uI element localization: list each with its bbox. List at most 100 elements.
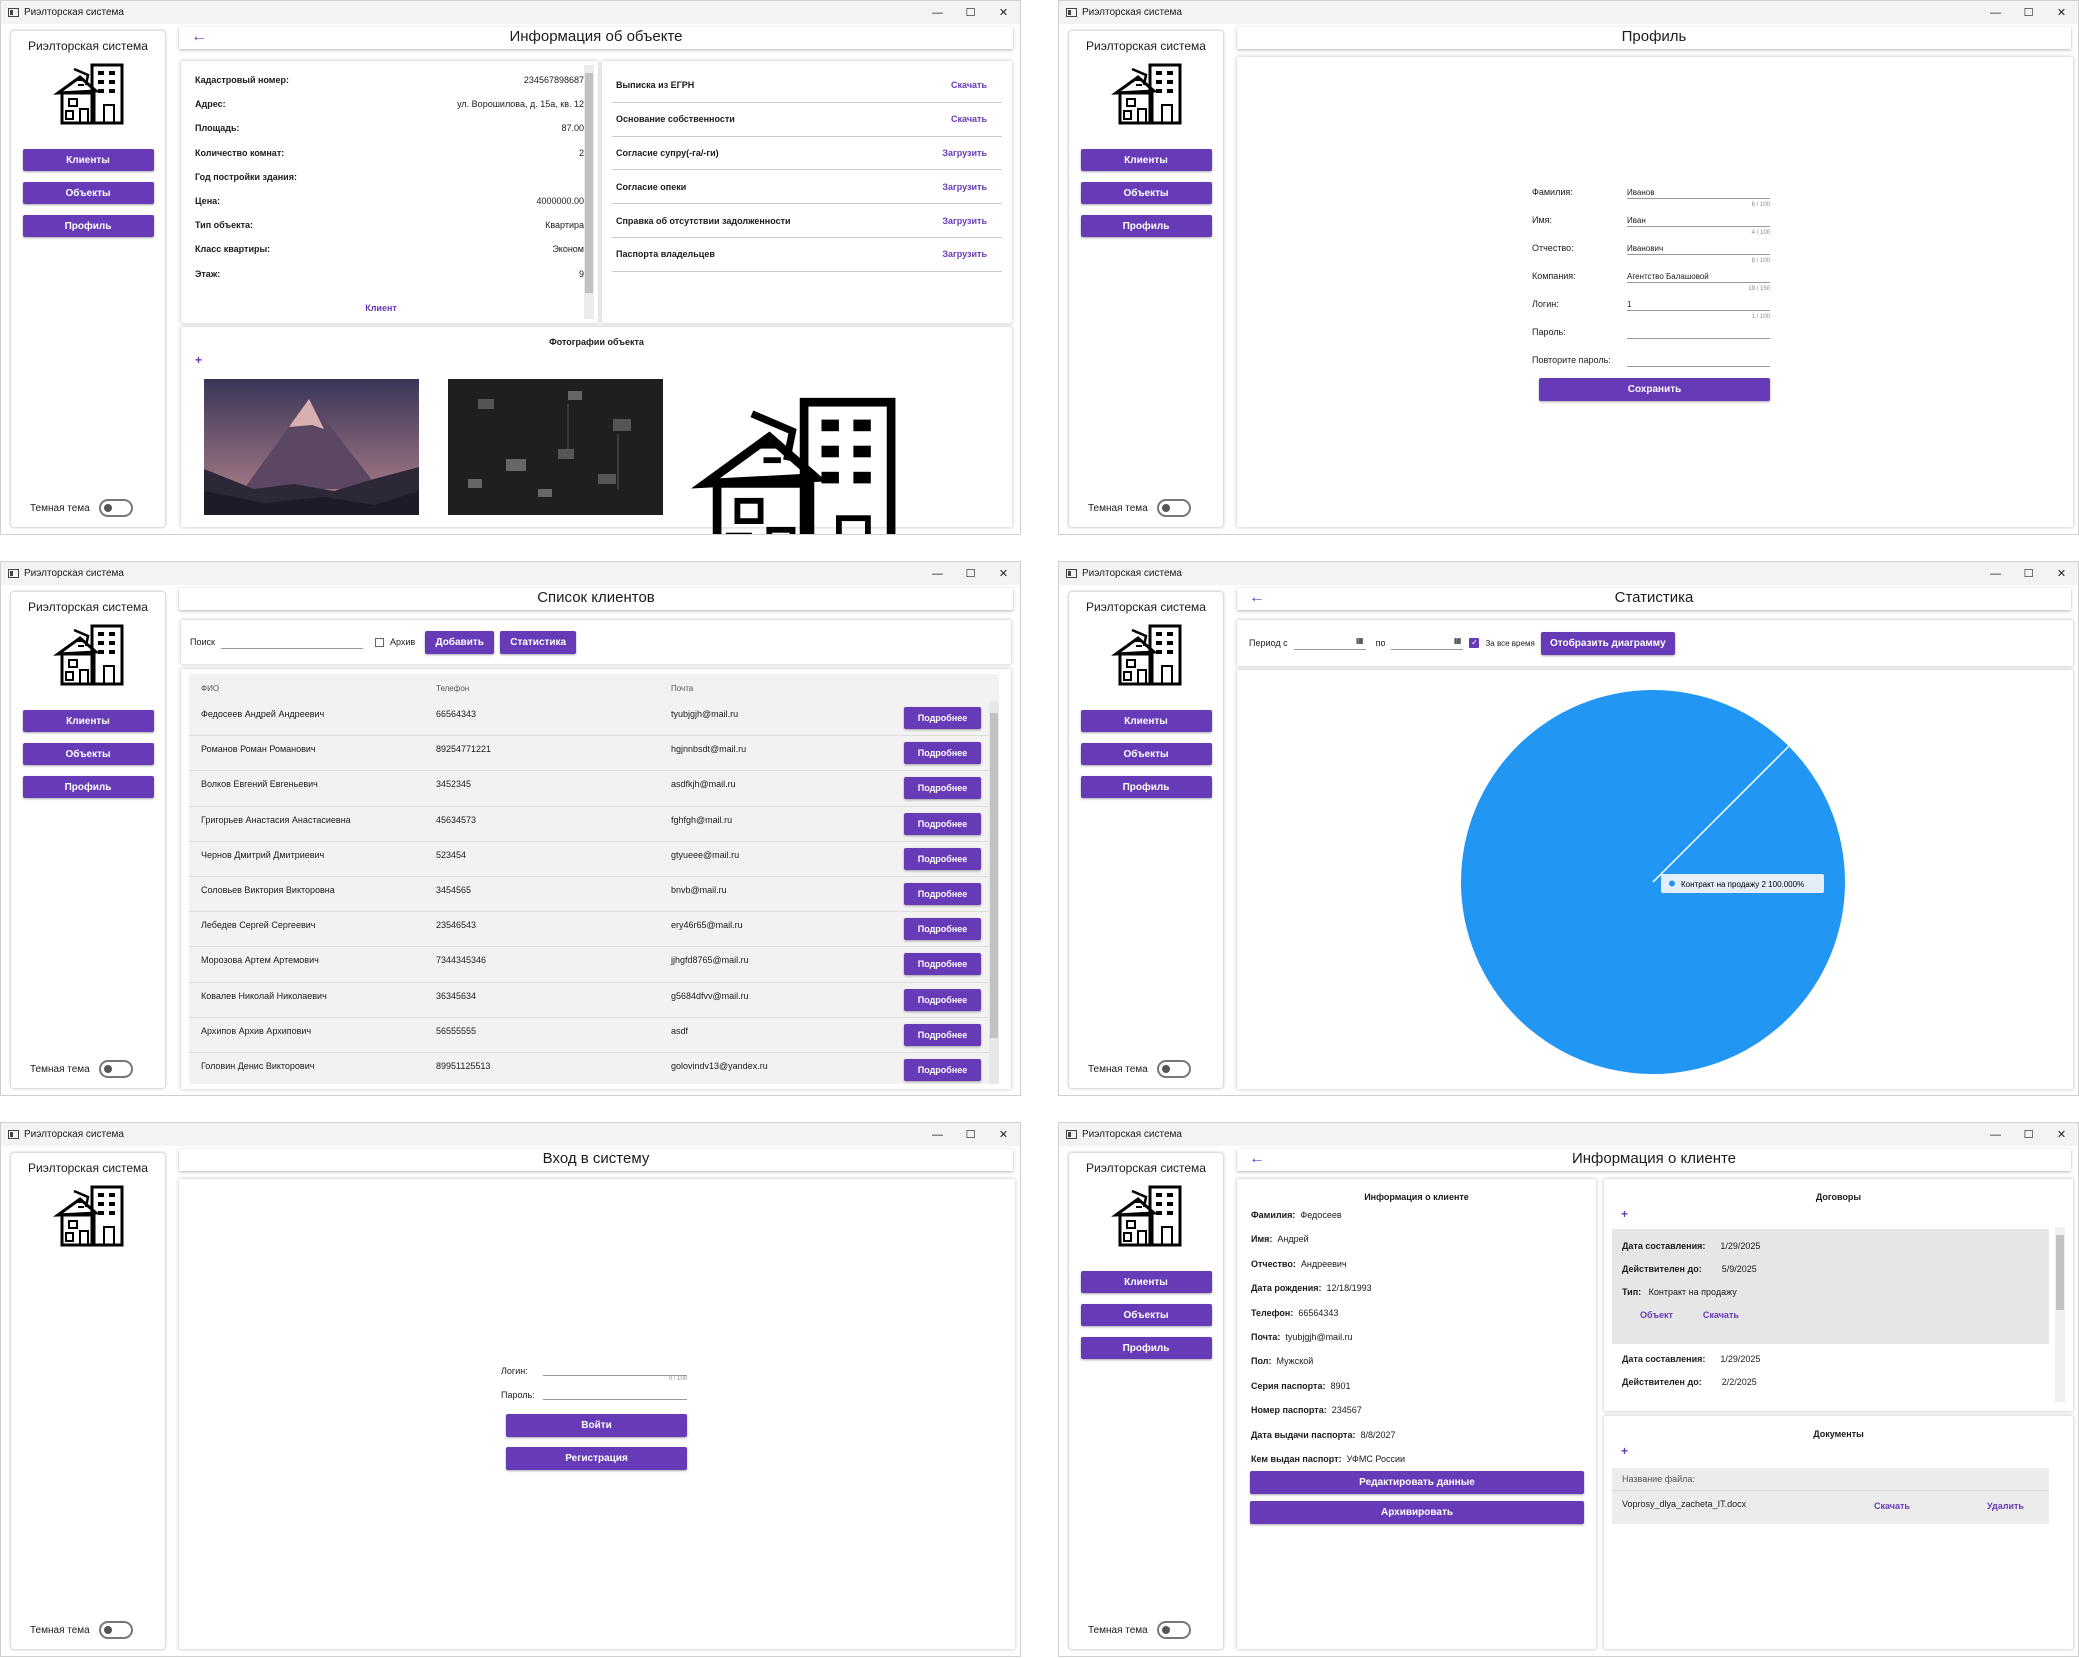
minimize-button[interactable]: — [1979, 568, 2012, 580]
client-details-button[interactable]: Подробнее [904, 988, 981, 1011]
theme-toggle[interactable] [1156, 1621, 1191, 1639]
password-input[interactable] [543, 1386, 687, 1400]
nav-objects-button[interactable]: Объекты [1080, 182, 1212, 204]
client-details-button[interactable]: Подробнее [904, 918, 981, 941]
theme-toggle[interactable] [98, 1621, 133, 1639]
client-details-button[interactable]: Подробнее [904, 953, 981, 976]
profile-field-input[interactable]: Иванов [1627, 185, 1770, 199]
minimize-button[interactable]: — [921, 568, 954, 580]
document-action-link[interactable]: Скачать [951, 80, 987, 90]
client-details-button[interactable]: Подробнее [904, 847, 981, 870]
delete-file-link[interactable]: Удалить [1987, 1501, 2024, 1511]
show-chart-button[interactable]: Отобразить диаграмму [1540, 631, 1675, 655]
close-button[interactable]: ✕ [2045, 567, 2078, 580]
scrollbar[interactable] [584, 65, 594, 319]
contract-download-link[interactable]: Скачать [1703, 1310, 1739, 1320]
table-row[interactable]: Ковалев Николай Николаевич 36345634 g568… [189, 983, 999, 1018]
maximize-button[interactable]: ☐ [2012, 6, 2045, 19]
download-file-link[interactable]: Скачать [1874, 1501, 1910, 1511]
table-row[interactable]: Лебедев Сергей Сергеевич 23546543 ery46r… [189, 912, 999, 948]
nav-clients-button[interactable]: Клиенты [1080, 149, 1212, 171]
maximize-button[interactable]: ☐ [954, 6, 987, 19]
photo-house-building[interactable] [688, 379, 897, 534]
minimize-button[interactable]: — [921, 7, 954, 19]
nav-profile-button[interactable]: Профиль [22, 776, 154, 798]
back-arrow-icon[interactable]: ← [1249, 588, 1265, 608]
add-client-button[interactable]: Добавить [425, 630, 495, 654]
table-scrollbar[interactable] [989, 701, 999, 1084]
calendar-icon[interactable]: ▦ [1454, 636, 1462, 645]
nav-profile-button[interactable]: Профиль [1080, 776, 1212, 798]
theme-toggle[interactable] [98, 499, 133, 517]
profile-field-input[interactable] [1627, 353, 1770, 367]
client-details-button[interactable]: Подробнее [904, 707, 981, 729]
nav-profile-button[interactable]: Профиль [22, 215, 154, 237]
table-row[interactable]: Архипов Архив Архипович 56555555 asdf По… [189, 1018, 999, 1053]
client-link[interactable]: Клиент [365, 303, 397, 313]
theme-toggle[interactable] [98, 1060, 133, 1078]
date-to-input[interactable]: ▦ [1391, 636, 1464, 650]
edit-data-button[interactable]: Редактировать данные [1250, 1471, 1584, 1494]
document-action-link[interactable]: Загрузить [942, 182, 987, 192]
maximize-button[interactable]: ☐ [2012, 567, 2045, 580]
client-details-button[interactable]: Подробнее [904, 812, 981, 835]
nav-objects-button[interactable]: Объекты [22, 182, 154, 204]
table-row[interactable]: Головин Денис Викторович 89951125513 gol… [189, 1053, 999, 1084]
login-input[interactable] [543, 1362, 687, 1376]
table-row[interactable]: Романов Роман Романович 89254771221 hgjn… [189, 736, 999, 772]
table-row[interactable]: Волков Евгений Евгеньевич 3452345 asdfkj… [189, 771, 999, 807]
client-details-button[interactable]: Подробнее [904, 1023, 981, 1046]
search-input[interactable] [220, 635, 363, 649]
nav-clients-button[interactable]: Клиенты [22, 710, 154, 732]
add-photo-button[interactable]: + [195, 353, 202, 367]
nav-objects-button[interactable]: Объекты [22, 743, 154, 765]
nav-clients-button[interactable]: Клиенты [22, 149, 154, 171]
photo-mountain[interactable] [204, 379, 419, 515]
contract-item[interactable]: Дата составления: 1/29/2025 Действителен… [1612, 1229, 2049, 1344]
client-details-button[interactable]: Подробнее [904, 742, 981, 765]
table-row[interactable]: Чернов Дмитрий Дмитриевич 523454 gtyueee… [189, 842, 999, 877]
nav-objects-button[interactable]: Объекты [1080, 1304, 1212, 1326]
maximize-button[interactable]: ☐ [954, 1128, 987, 1141]
client-details-button[interactable]: Подробнее [904, 777, 981, 800]
close-button[interactable]: ✕ [987, 6, 1020, 19]
close-button[interactable]: ✕ [2045, 1128, 2078, 1141]
close-button[interactable]: ✕ [2045, 6, 2078, 19]
add-document-button[interactable]: + [1621, 1444, 1628, 1458]
document-action-link[interactable]: Загрузить [942, 249, 987, 259]
theme-toggle[interactable] [1156, 1060, 1191, 1078]
register-button[interactable]: Регистрация [506, 1447, 687, 1470]
date-from-input[interactable]: ▦ [1293, 636, 1366, 650]
photo-dark-screenshot[interactable] [448, 379, 663, 515]
document-action-link[interactable]: Скачать [951, 114, 987, 124]
profile-field-input[interactable]: 1 [1627, 297, 1770, 311]
profile-field-input[interactable]: Иван [1627, 213, 1770, 227]
client-details-button[interactable]: Подробнее [904, 1058, 981, 1081]
nav-clients-button[interactable]: Клиенты [1080, 710, 1212, 732]
archive-checkbox[interactable] [374, 637, 384, 647]
maximize-button[interactable]: ☐ [2012, 1128, 2045, 1141]
back-arrow-icon[interactable]: ← [191, 27, 207, 47]
profile-field-input[interactable] [1627, 325, 1770, 339]
table-row[interactable]: Соловьев Виктория Викторовна 3454565 bnv… [189, 877, 999, 913]
minimize-button[interactable]: — [1979, 1129, 2012, 1141]
minimize-button[interactable]: — [1979, 7, 2012, 19]
back-arrow-icon[interactable]: ← [1249, 1149, 1265, 1169]
nav-clients-button[interactable]: Клиенты [1080, 1271, 1212, 1293]
nav-profile-button[interactable]: Профиль [1080, 1337, 1212, 1359]
document-action-link[interactable]: Загрузить [942, 216, 987, 226]
table-row[interactable]: Федосеев Андрей Андреевич 66564343 tyubj… [189, 701, 999, 737]
maximize-button[interactable]: ☐ [954, 567, 987, 580]
save-button[interactable]: Сохранить [1539, 378, 1770, 401]
profile-field-input[interactable]: Иванович [1627, 241, 1770, 255]
table-row[interactable]: Григорьев Анастасия Анастасиевна 4563457… [189, 807, 999, 842]
contract-item[interactable]: Дата составления: 1/29/2025 Действителен… [1622, 1354, 1760, 1387]
theme-toggle[interactable] [1156, 499, 1191, 517]
nav-profile-button[interactable]: Профиль [1080, 215, 1212, 237]
statistics-button[interactable]: Статистика [500, 630, 577, 654]
archive-button[interactable]: Архивировать [1250, 1501, 1584, 1524]
nav-objects-button[interactable]: Объекты [1080, 743, 1212, 765]
document-action-link[interactable]: Загрузить [942, 148, 987, 158]
add-contract-button[interactable]: + [1621, 1207, 1628, 1221]
close-button[interactable]: ✕ [987, 1128, 1020, 1141]
